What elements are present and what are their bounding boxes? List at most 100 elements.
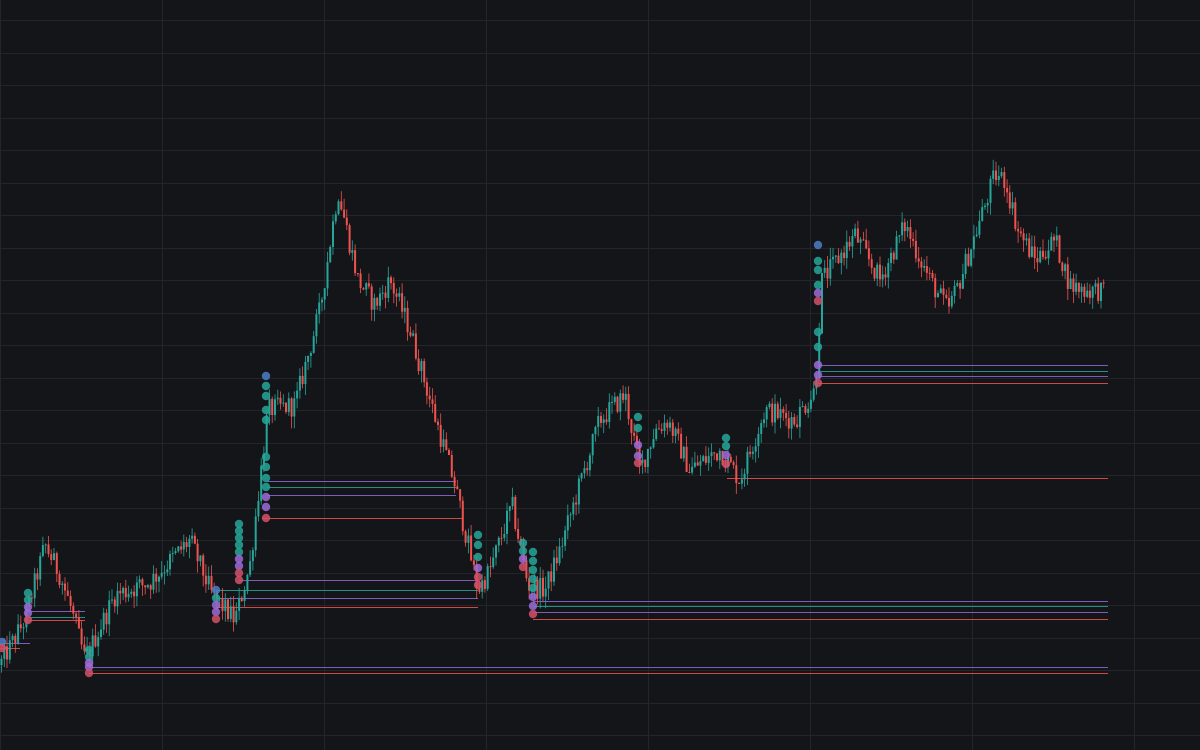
marker-dot <box>518 562 528 572</box>
candle-body <box>602 419 605 423</box>
candle-body <box>901 222 904 236</box>
marker-dot <box>261 415 271 425</box>
candle-body <box>224 599 227 612</box>
candle-body <box>376 297 379 306</box>
marker-dot <box>518 538 528 548</box>
candle-body <box>597 416 600 427</box>
candle-body <box>298 375 301 391</box>
candle-body <box>553 557 555 582</box>
candle-body <box>834 255 837 257</box>
marker-dot <box>518 546 528 556</box>
candle-body <box>771 403 774 423</box>
marker-dot <box>813 296 823 306</box>
marker-dot <box>813 256 823 266</box>
candle-body <box>180 546 183 550</box>
marker-dot <box>261 381 271 391</box>
candle-body <box>442 439 445 447</box>
candle-body <box>978 220 981 235</box>
candle-body <box>809 399 812 409</box>
candle-body <box>798 407 801 427</box>
candle-body <box>840 252 843 263</box>
candle-body <box>812 388 815 400</box>
candle-body <box>1069 278 1072 289</box>
candle-body <box>1039 250 1042 263</box>
marker-dot <box>261 473 271 483</box>
candle-body <box>414 333 417 359</box>
candle-body <box>1019 231 1022 234</box>
candle-body <box>890 252 892 263</box>
candle-body <box>1028 238 1031 257</box>
candle-body <box>826 267 829 279</box>
candle-body <box>917 258 920 262</box>
candle-body <box>420 361 423 371</box>
candle-body <box>1061 262 1064 272</box>
candle-body <box>633 432 636 436</box>
candle-body <box>920 261 923 268</box>
candle-body <box>843 252 846 259</box>
candle-body <box>754 446 757 452</box>
candle-body <box>251 550 254 562</box>
candle-body <box>796 424 799 427</box>
candle-body <box>707 456 710 463</box>
candle-body <box>379 293 381 306</box>
candle-body <box>0 658 3 665</box>
candle-body <box>354 250 357 274</box>
candle-body <box>934 278 937 298</box>
candle-body <box>293 398 296 417</box>
candle-body <box>547 571 550 589</box>
chart-area[interactable] <box>0 0 1200 750</box>
candle-body <box>782 409 785 413</box>
candle-body <box>111 599 113 601</box>
candle-body <box>566 515 569 531</box>
candle-body <box>401 293 404 312</box>
candle-body <box>395 293 398 297</box>
candle-body <box>1044 256 1047 259</box>
candle-body <box>122 588 125 594</box>
candle-body <box>652 439 655 448</box>
candle-body <box>1055 235 1058 241</box>
candle-body <box>445 439 448 450</box>
candle-body <box>577 478 580 505</box>
candle-body <box>763 419 765 424</box>
candle-body <box>735 465 738 484</box>
candle-body <box>133 591 136 597</box>
candle-body <box>287 398 290 412</box>
marker-dot <box>813 288 823 298</box>
candlestick-chart[interactable] <box>0 0 1200 750</box>
candle-body <box>39 556 42 580</box>
candle-body <box>486 566 489 589</box>
candle-body <box>906 227 909 232</box>
candle-body <box>191 535 194 539</box>
candle-body <box>155 573 158 582</box>
candle-body <box>249 561 252 575</box>
candle-body <box>425 382 428 396</box>
candle-body <box>138 579 141 583</box>
candle-body <box>580 473 583 479</box>
candle-body <box>381 292 384 294</box>
candle-body <box>1011 202 1014 209</box>
candle-body <box>879 264 881 280</box>
candle-body <box>177 546 180 552</box>
candle-body <box>975 234 978 237</box>
candle-body <box>923 266 926 268</box>
candle-body <box>1088 290 1091 298</box>
candle-body <box>14 635 17 644</box>
marker-dot <box>813 378 823 388</box>
candle-body <box>660 429 663 431</box>
candle-body <box>235 610 238 623</box>
candle-body <box>8 640 11 660</box>
marker-dot <box>528 556 538 566</box>
candle-body <box>113 599 116 607</box>
candle-body <box>740 479 743 484</box>
candle-body <box>779 409 782 419</box>
candle-body <box>517 529 520 539</box>
candle-body <box>472 560 475 566</box>
candle-body <box>193 535 196 544</box>
marker-dot <box>473 580 483 590</box>
candle-body <box>942 288 945 295</box>
candle-body <box>69 595 72 606</box>
candle-body <box>716 453 718 461</box>
candle-body <box>776 403 779 419</box>
marker-dot <box>473 572 483 582</box>
candle-body <box>72 605 75 614</box>
